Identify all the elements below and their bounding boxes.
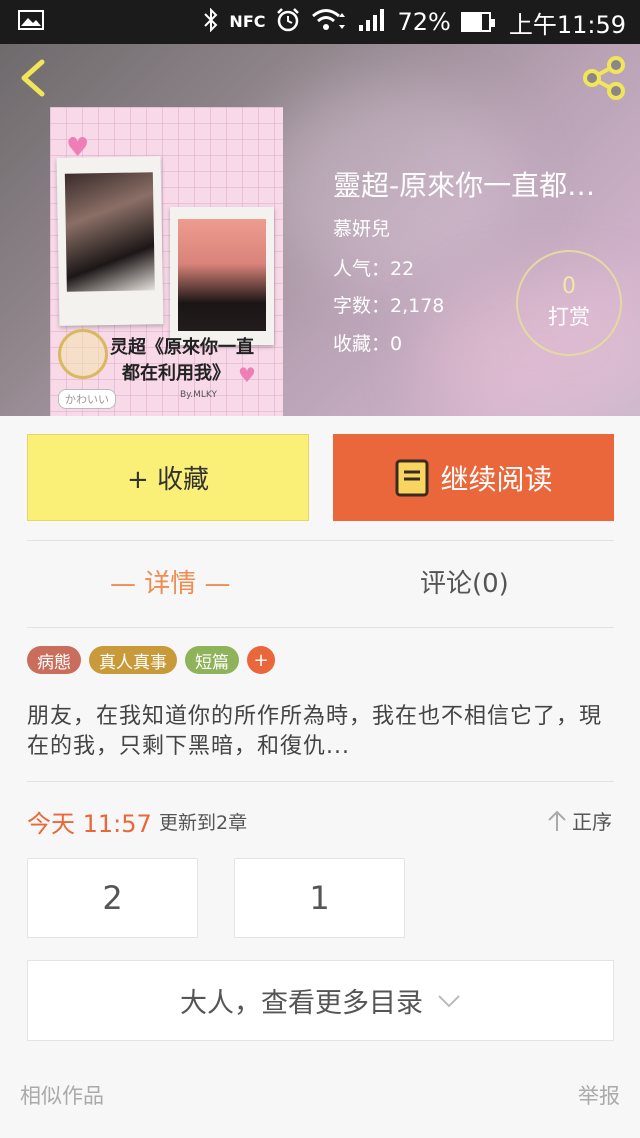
alarm-icon xyxy=(275,7,301,38)
image-icon xyxy=(18,9,44,37)
continue-reading-label: 继续阅读 xyxy=(440,462,553,496)
similar-works-heading: 相似作品 xyxy=(20,1084,104,1108)
update-time: 今天 11:57 xyxy=(27,810,152,838)
more-catalog-button[interactable]: 大人，查看更多目录 xyxy=(27,960,614,1041)
signal-icon xyxy=(357,7,387,38)
tip-label: 打赏 xyxy=(548,305,590,329)
tag-chip[interactable]: 病態 xyxy=(27,646,81,674)
favorites-stat: 收藏：0 xyxy=(333,333,403,355)
tag-list: 病態 真人真事 短篇 + xyxy=(27,646,275,674)
sort-button[interactable]: 正序 xyxy=(546,806,612,835)
nfc-icon: NFC xyxy=(229,12,266,31)
heart-icon: ♥ xyxy=(238,363,256,387)
cover-signature: By.MLKY xyxy=(180,390,217,400)
tab-comment[interactable]: 评论(0) xyxy=(420,563,509,600)
share-button[interactable] xyxy=(580,54,628,102)
sort-label: 正序 xyxy=(572,810,612,834)
tag-chip[interactable]: 短篇 xyxy=(185,646,239,674)
battery-percent: 72% xyxy=(397,8,451,36)
tab-detail[interactable]: — 详情 — xyxy=(110,563,231,600)
chapter-item[interactable]: 2 xyxy=(27,858,198,938)
share-icon xyxy=(583,56,625,100)
book-cover[interactable]: ♥ 灵超《原來你一直 都在利用我》 ♥ かわいい By.MLKY xyxy=(50,107,283,416)
tag-chip[interactable]: 真人真事 xyxy=(89,646,177,674)
collect-button[interactable]: + 收藏 xyxy=(27,434,309,521)
report-button[interactable]: 举报 xyxy=(578,1080,620,1110)
arrow-up-icon xyxy=(548,810,566,831)
wifi-icon xyxy=(311,7,347,38)
chapter-item[interactable]: 1 xyxy=(234,858,405,938)
more-catalog-label: 大人，查看更多目录 xyxy=(180,988,423,1019)
chevron-down-icon xyxy=(438,994,460,1007)
collect-label: + 收藏 xyxy=(126,465,210,495)
divider xyxy=(27,627,614,628)
bluetooth-icon xyxy=(203,7,219,37)
divider xyxy=(27,781,614,782)
update-text: 更新到2章 xyxy=(159,812,248,834)
continue-reading-button[interactable]: 继续阅读 xyxy=(333,434,614,521)
book-description: 朋友，在我知道你的所作所為時，我在也不相信它了，現在的我，只剩下黑暗，和復仇..… xyxy=(27,704,603,759)
tip-count: 0 xyxy=(562,274,576,299)
book-header: ♥ 灵超《原來你一直 都在利用我》 ♥ かわいい By.MLKY 靈超-原來你一… xyxy=(0,44,640,416)
chevron-left-icon xyxy=(21,59,45,97)
status-bar: NFC 72% 上午11:59 xyxy=(0,0,640,44)
book-author[interactable]: 慕妍兒 xyxy=(333,214,390,241)
word-count-stat: 字数：2,178 xyxy=(333,295,445,317)
update-row: 今天 11:57 更新到2章 正序 xyxy=(27,804,614,838)
back-button[interactable] xyxy=(14,56,54,100)
tip-button[interactable]: 0 打赏 xyxy=(516,250,622,356)
clock: 上午11:59 xyxy=(508,10,626,39)
flower-icon xyxy=(58,329,108,379)
book-icon xyxy=(395,459,429,496)
divider xyxy=(27,540,614,541)
cover-photo-2 xyxy=(170,207,274,345)
cover-tag: かわいい xyxy=(58,389,116,409)
popularity-stat: 人气：22 xyxy=(333,258,415,280)
battery-icon xyxy=(460,12,495,32)
cover-photo-1 xyxy=(56,156,164,326)
add-tag-button[interactable]: + xyxy=(247,646,275,674)
book-title: 靈超-原來你一直都… xyxy=(333,169,596,202)
